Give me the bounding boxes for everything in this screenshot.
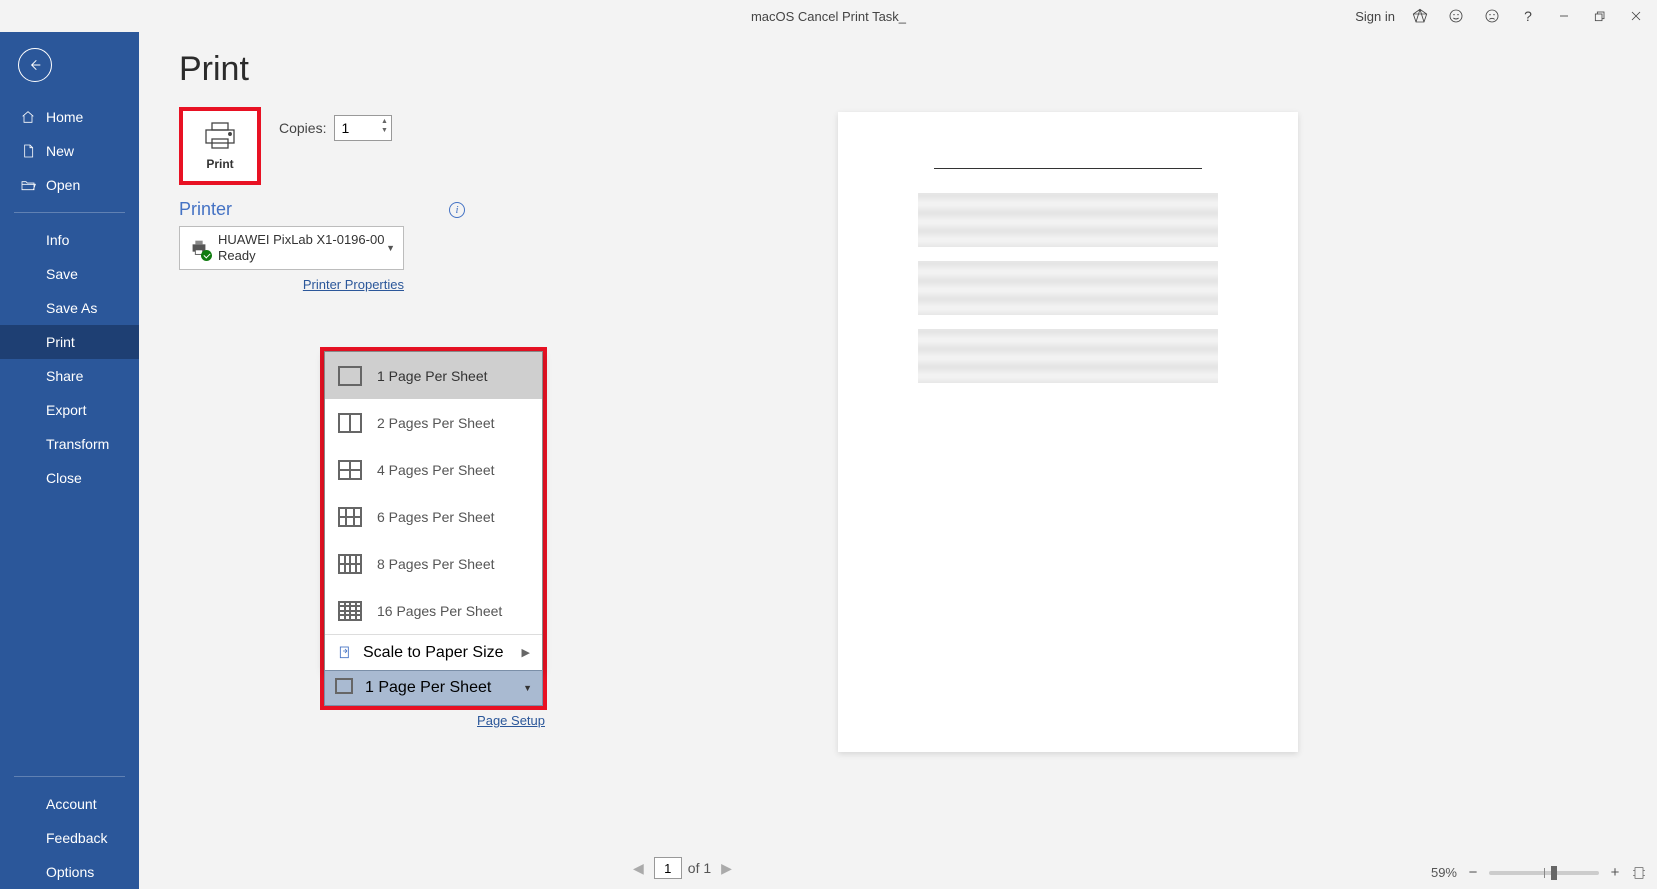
sidebar-label: Share [46, 368, 83, 384]
sidebar-label: Account [46, 796, 97, 812]
dropdown-selected-label: 1 Page Per Sheet [365, 679, 491, 697]
preview-pager: ◀ of 1 ▶ [629, 857, 736, 879]
premium-icon[interactable] [1403, 2, 1437, 30]
sidebar-label: Options [46, 864, 94, 880]
sidebar-label: Close [46, 470, 82, 486]
preview-page [838, 112, 1298, 752]
back-button[interactable] [18, 48, 52, 82]
zoom-to-page-button[interactable] [1631, 865, 1647, 881]
zoom-controls: 59% − + [1431, 864, 1647, 881]
zoom-in-button[interactable]: + [1607, 864, 1623, 881]
printer-status: Ready [218, 248, 384, 264]
sidebar-item-print[interactable]: Print [0, 325, 139, 359]
pages-4-icon [337, 457, 363, 483]
pages-2-icon [337, 410, 363, 436]
prev-page-button[interactable]: ◀ [629, 860, 648, 877]
sidebar-item-info[interactable]: Info [0, 223, 139, 257]
sidebar-label: New [46, 143, 74, 159]
copies-label: Copies: [279, 120, 326, 136]
menu-label: 8 Pages Per Sheet [377, 556, 495, 572]
page-number-input[interactable] [654, 857, 682, 879]
menu-label: 4 Pages Per Sheet [377, 462, 495, 478]
printer-section-title: Printer [179, 199, 232, 220]
main-row: Home New Open Info Save Save As Print Sh… [0, 32, 1657, 889]
zoom-out-button[interactable]: − [1465, 864, 1481, 881]
preview-content-line [934, 168, 1202, 169]
frown-icon[interactable] [1475, 2, 1509, 30]
sidebar-item-feedback[interactable]: Feedback [0, 821, 139, 855]
print-button[interactable]: Print [179, 107, 261, 185]
preview-content-blur [918, 261, 1218, 315]
printer-status-ok-icon [201, 250, 212, 261]
print-button-label: Print [206, 157, 233, 171]
next-page-button[interactable]: ▶ [717, 860, 736, 877]
preview-content-blur [918, 193, 1218, 247]
sidebar-item-share[interactable]: Share [0, 359, 139, 393]
pages-16-icon [337, 598, 363, 624]
sidebar-item-save[interactable]: Save [0, 257, 139, 291]
titlebar-controls: Sign in ? [1355, 0, 1657, 32]
sidebar-separator [14, 776, 125, 777]
sidebar-item-options[interactable]: Options [0, 855, 139, 889]
signin-link[interactable]: Sign in [1355, 9, 1395, 24]
pages-6-icon [337, 504, 363, 530]
printer-dropdown[interactable]: HUAWEI PixLab X1-0196-00 Ready ▼ [179, 226, 404, 270]
backstage-sidebar: Home New Open Info Save Save As Print Sh… [0, 32, 139, 889]
sidebar-label: Home [46, 109, 83, 125]
sidebar-item-transform[interactable]: Transform [0, 427, 139, 461]
help-icon[interactable]: ? [1511, 2, 1545, 30]
page-title: Print [179, 50, 465, 89]
menu-label: 1 Page Per Sheet [377, 368, 488, 384]
copies-spin-up[interactable]: ▲ [378, 117, 390, 126]
sidebar-label: Save [46, 266, 78, 282]
pages-1-icon [335, 678, 355, 698]
page-total-label: of 1 [688, 860, 711, 876]
sidebar-item-open[interactable]: Open [0, 168, 139, 202]
minimize-button[interactable] [1547, 2, 1581, 30]
printer-name: HUAWEI PixLab X1-0196-00 [218, 232, 384, 248]
titlebar: macOS Cancel Print Task_ Sign in ? [0, 0, 1657, 32]
restore-button[interactable] [1583, 2, 1617, 30]
sidebar-label: Open [46, 177, 80, 193]
copies-spin-down[interactable]: ▼ [378, 126, 390, 135]
close-button[interactable] [1619, 2, 1653, 30]
sidebar-label: Feedback [46, 830, 107, 846]
menu-label: 6 Pages Per Sheet [377, 509, 495, 525]
sidebar-item-save-as[interactable]: Save As [0, 291, 139, 325]
sidebar-label: Transform [46, 436, 109, 452]
printer-icon [188, 237, 210, 259]
menu-label: 2 Pages Per Sheet [377, 415, 495, 431]
sidebar-item-home[interactable]: Home [0, 100, 139, 134]
sidebar-label: Save As [46, 300, 97, 316]
chevron-down-icon: ▼ [386, 243, 395, 253]
sidebar-item-account[interactable]: Account [0, 787, 139, 821]
sidebar-label: Print [46, 334, 75, 350]
scale-icon [337, 645, 353, 661]
pages-1-icon [337, 363, 363, 389]
sidebar-item-export[interactable]: Export [0, 393, 139, 427]
sidebar-item-new[interactable]: New [0, 134, 139, 168]
printer-info-icon[interactable]: i [449, 202, 465, 218]
app-window: macOS Cancel Print Task_ Sign in ? Home [0, 0, 1657, 889]
printer-properties-link[interactable]: Printer Properties [303, 277, 404, 292]
zoom-value: 59% [1431, 865, 1457, 880]
sidebar-separator [14, 212, 125, 213]
sidebar-item-close[interactable]: Close [0, 461, 139, 495]
content-area: Print Print Copies: ▲ ▼ [139, 32, 1657, 889]
document-title: macOS Cancel Print Task_ [751, 9, 906, 24]
pages-8-icon [337, 551, 363, 577]
print-preview-area [479, 32, 1657, 889]
smiley-icon[interactable] [1439, 2, 1473, 30]
zoom-slider[interactable] [1489, 871, 1599, 875]
sidebar-label: Export [46, 402, 86, 418]
preview-content-blur [918, 329, 1218, 383]
sidebar-label: Info [46, 232, 69, 248]
